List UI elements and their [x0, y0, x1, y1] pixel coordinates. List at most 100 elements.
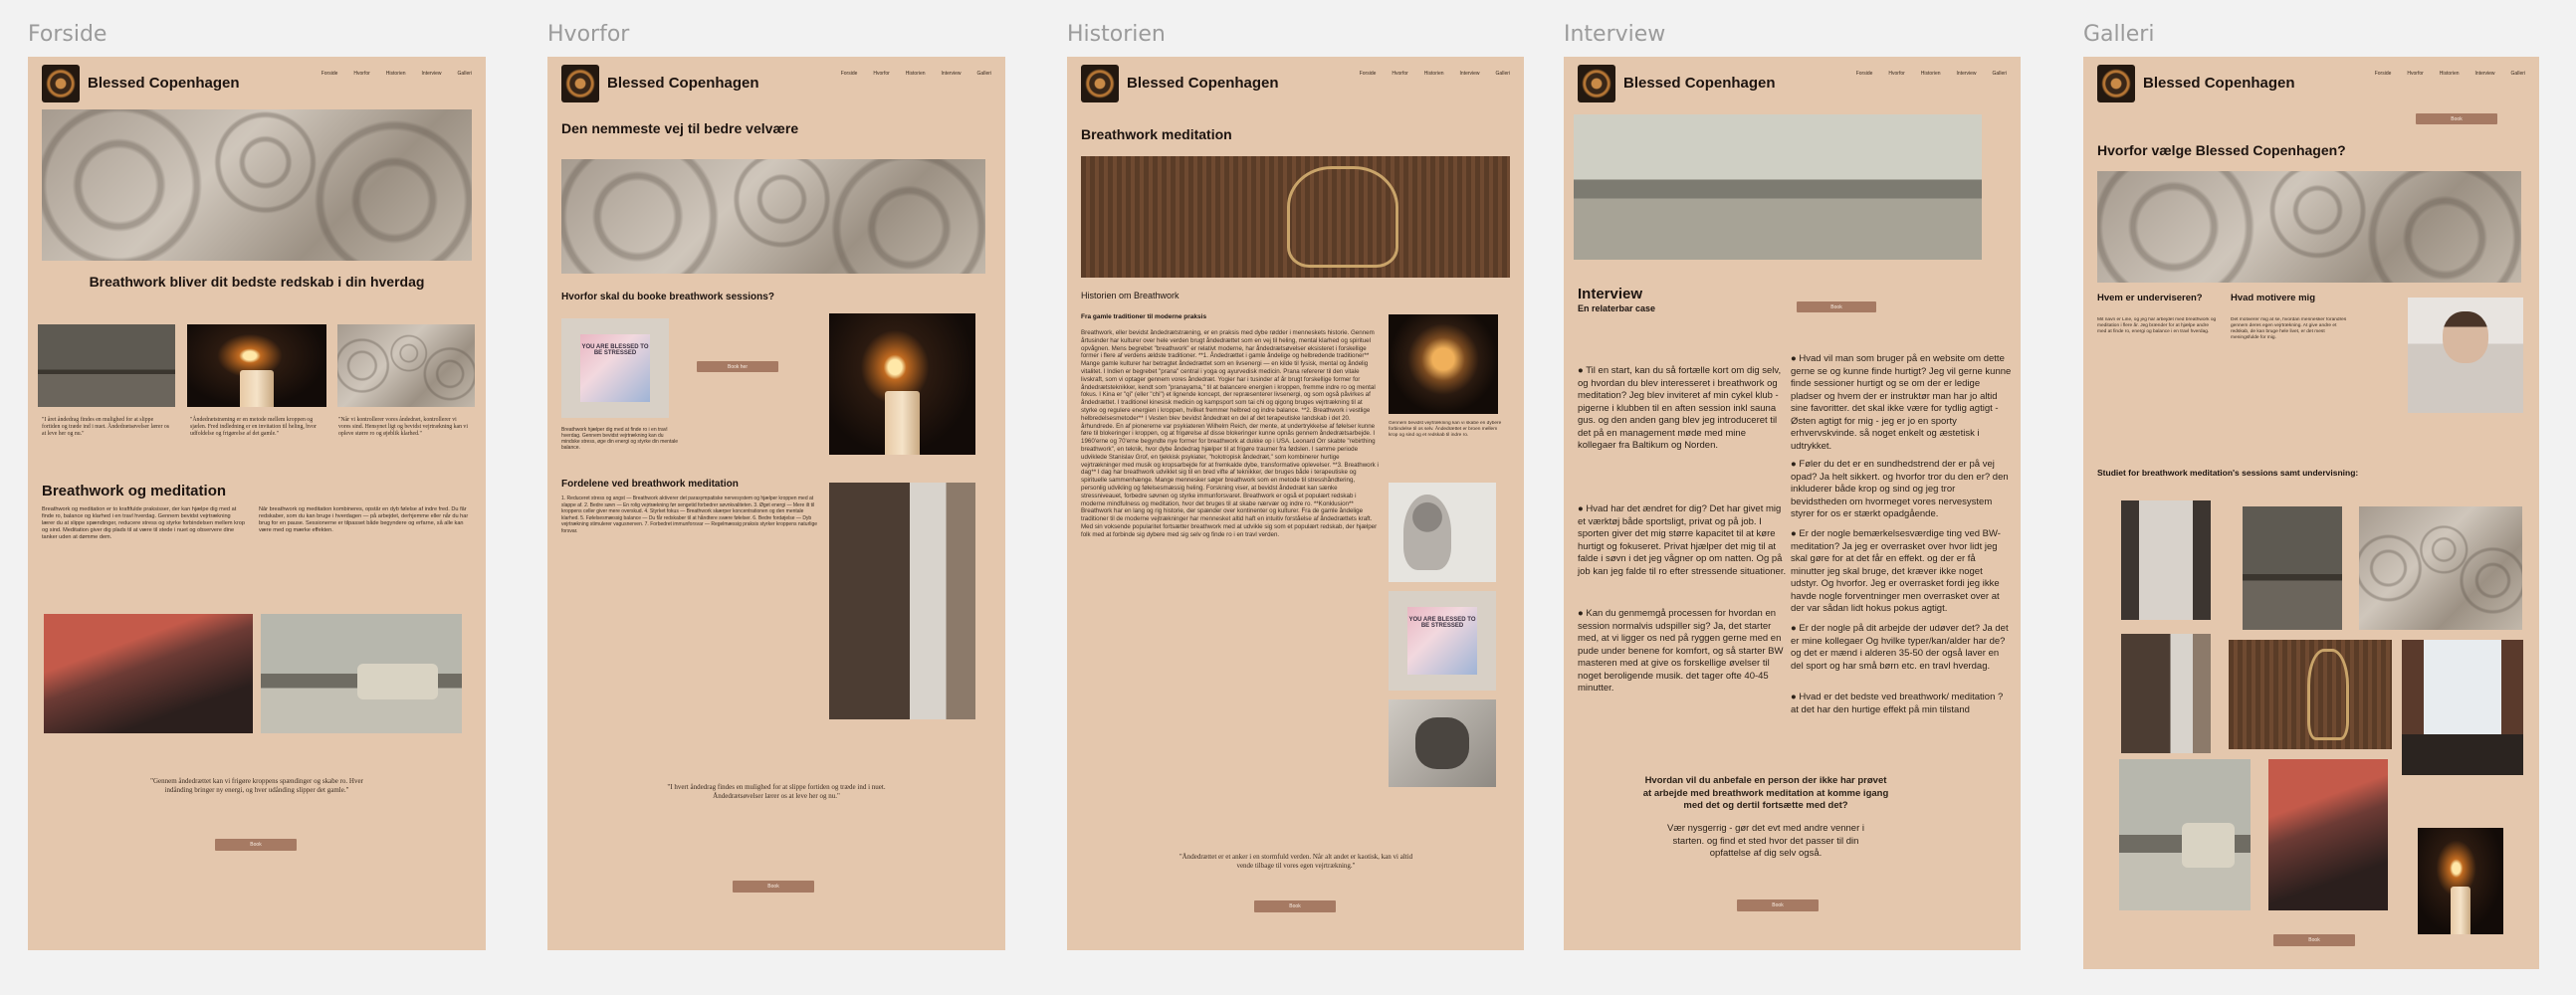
frame-label-hvorfor: Hvorfor	[547, 22, 630, 47]
hero-hamsa-image	[1081, 156, 1510, 278]
qa-right-2: ● Føler du det er en sundhedstrend der e…	[1791, 459, 2009, 519]
photo-lamp	[1389, 314, 1498, 414]
nav-item-forside[interactable]: Forside	[841, 71, 858, 77]
gallery-photo-curtain[interactable]	[2121, 500, 2211, 620]
frame-interview: Blessed Copenhagen Forside Hvorfor Histo…	[1564, 57, 2021, 950]
qa-text: Hvad har det ændret for dig? Det har giv…	[1578, 503, 1787, 577]
qa-text: Til en start, kan du så fortælle kort om…	[1578, 365, 1782, 451]
historien-headline: Breathwork meditation	[1081, 126, 1232, 142]
nav-item-interview[interactable]: Interview	[2475, 71, 2495, 77]
main-nav: Forside Hvorfor Historien Interview Gall…	[1856, 71, 2007, 77]
gallery-photo-room[interactable]	[2268, 759, 2388, 910]
photo-elephant-print	[1389, 699, 1496, 787]
gallery-image-shelf	[38, 324, 175, 407]
gallery-photo-doorway[interactable]	[2121, 634, 2211, 753]
nav-item-galleri[interactable]: Galleri	[2511, 71, 2525, 77]
nav-item-hvorfor[interactable]: Hvorfor	[2407, 71, 2423, 77]
nav-item-interview[interactable]: Interview	[1460, 71, 1480, 77]
gallery-image-candle	[187, 324, 326, 407]
book-here-button[interactable]: Book her	[697, 361, 778, 372]
site-header: Blessed Copenhagen Forside Hvorfor Histo…	[42, 65, 472, 104]
nav-item-galleri[interactable]: Galleri	[1993, 71, 2007, 77]
nav-item-galleri[interactable]: Galleri	[977, 71, 991, 77]
nav-item-historien[interactable]: Historien	[2440, 71, 2460, 77]
hero-rug-image	[42, 109, 472, 261]
qa-right-5: ● Hvad er det bedste ved breathwork/ med…	[1791, 692, 2004, 715]
logo-icon[interactable]	[2097, 65, 2135, 102]
brand-name[interactable]: Blessed Copenhagen	[607, 75, 759, 92]
book-button[interactable]: Book	[733, 881, 814, 893]
qa-left-3: ● Kan du genmemgå processen for hvordan …	[1578, 608, 1784, 694]
book-button-top[interactable]: Book	[1797, 301, 1876, 312]
brand-name[interactable]: Blessed Copenhagen	[1127, 75, 1279, 92]
frame-galleri: Blessed Copenhagen Forside Hvorfor Histo…	[2083, 57, 2539, 969]
qa-left-1: ● Til en start, kan du så fortælle kort …	[1578, 365, 1782, 451]
frame-label-galleri: Galleri	[2083, 22, 2155, 47]
qa-right-4: ● Er der nogle på dit arbejde der udøver…	[1791, 623, 2009, 672]
gallery-photo-rug[interactable]	[2359, 506, 2522, 630]
book-button[interactable]: Book	[2273, 934, 2355, 946]
small-intro-text: Breathwork hjælper dig med at finde ro i…	[561, 427, 678, 451]
gallery-photo-candle[interactable]	[2418, 828, 2503, 934]
hero-rug-image	[2097, 171, 2521, 283]
logo-icon[interactable]	[561, 65, 599, 102]
brand-name[interactable]: Blessed Copenhagen	[2143, 75, 2295, 92]
qa-left-2: ● Hvad har det ændret for dig? Det har g…	[1578, 503, 1787, 577]
nav-item-interview[interactable]: Interview	[422, 71, 442, 77]
historien-subhead: Historien om Breathwork	[1081, 291, 1180, 300]
site-header: Blessed Copenhagen Forside Hvorfor Histo…	[1081, 65, 1510, 104]
main-nav: Forside Hvorfor Historien Interview Gall…	[841, 71, 991, 77]
gallery-photo-bedroom[interactable]	[2119, 759, 2251, 910]
frame-hvorfor: Blessed Copenhagen Forside Hvorfor Histo…	[547, 57, 1005, 950]
gallery-photo-hamsa[interactable]	[2229, 640, 2392, 749]
galleri-headline: Hvorfor vælge Blessed Copenhagen?	[2097, 142, 2346, 158]
gallery-photo-window[interactable]	[2402, 640, 2523, 775]
closing-answer: Vær nysgerrig - gør det evt med andre ve…	[1666, 823, 1864, 859]
book-button[interactable]: Book	[1737, 899, 1819, 911]
photo-room	[44, 614, 253, 733]
frame-label-interview: Interview	[1564, 22, 1666, 47]
hvorfor-question: Hvorfor skal du booke breathwork session…	[561, 292, 774, 302]
logo-icon[interactable]	[1578, 65, 1615, 102]
brand-name[interactable]: Blessed Copenhagen	[88, 75, 240, 92]
gallery-photo-shelf[interactable]	[2243, 506, 2342, 630]
nav-item-hvorfor[interactable]: Hvorfor	[873, 71, 889, 77]
nav-item-forside[interactable]: Forside	[2375, 71, 2392, 77]
photo-instructor-portrait	[2408, 298, 2523, 413]
photo-art-print	[1389, 591, 1496, 691]
frame-label-historien: Historien	[1067, 22, 1166, 47]
nav-item-forside[interactable]: Forside	[1360, 71, 1377, 77]
paragraph-right: Når breathwork og meditation kombineres,…	[259, 506, 469, 533]
forside-headline: Breathwork bliver dit bedste redskab i d…	[89, 274, 425, 290]
nav-item-forside[interactable]: Forside	[322, 71, 338, 77]
qa-right-1: ● Hvad vil man som bruger på en website …	[1791, 353, 2012, 452]
nav-item-hvorfor[interactable]: Hvorfor	[1888, 71, 1904, 77]
nav-item-interview[interactable]: Interview	[1957, 71, 1977, 77]
qa-text: Kan du genmemgå processen for hvordan en…	[1578, 608, 1784, 694]
logo-icon[interactable]	[1081, 65, 1119, 102]
frame-historien: Blessed Copenhagen Forside Hvorfor Histo…	[1067, 57, 1524, 950]
nav-item-interview[interactable]: Interview	[942, 71, 962, 77]
nav-item-hvorfor[interactable]: Hvorfor	[353, 71, 369, 77]
closing-question: Hvordan vil du anbefale en person der ik…	[1642, 775, 1889, 811]
nav-item-hvorfor[interactable]: Hvorfor	[1392, 71, 1407, 77]
book-button-top[interactable]: Book	[2416, 113, 2497, 124]
qa-text: Er der nogle bemærkelsesværdige ting ved…	[1791, 528, 2001, 614]
nav-item-historien[interactable]: Historien	[386, 71, 406, 77]
nav-item-forside[interactable]: Forside	[1856, 71, 1873, 77]
main-nav: Forside Hvorfor Historien Interview Gall…	[1360, 71, 1510, 77]
book-button[interactable]: Book	[1254, 900, 1336, 912]
frame-forside: Blessed Copenhagen Forside Hvorfor Histo…	[28, 57, 486, 950]
nav-item-historien[interactable]: Historien	[1921, 71, 1941, 77]
frame-label-forside: Forside	[28, 22, 107, 47]
book-button[interactable]: Book	[215, 839, 297, 851]
col2-title: Hvad motivere mig	[2231, 293, 2315, 303]
nav-item-galleri[interactable]: Galleri	[1496, 71, 1510, 77]
history-body-text: Breathwork, eller bevidst åndedrætstræni…	[1081, 329, 1379, 538]
nav-item-galleri[interactable]: Galleri	[458, 71, 472, 77]
brand-name[interactable]: Blessed Copenhagen	[1623, 75, 1776, 92]
logo-icon[interactable]	[42, 65, 80, 102]
benefits-title: Fordelene ved breathwork meditation	[561, 479, 739, 490]
nav-item-historien[interactable]: Historien	[1424, 71, 1444, 77]
nav-item-historien[interactable]: Historien	[906, 71, 926, 77]
